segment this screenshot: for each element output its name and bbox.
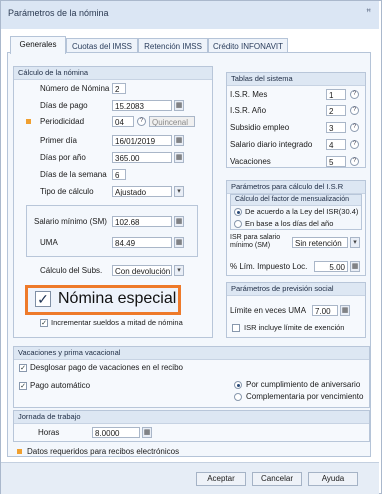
group-header: Tablas del sistema <box>227 73 365 86</box>
subsidio-empleo-label: Subsidio empleo <box>230 123 290 132</box>
calculator-icon[interactable]: ▦ <box>174 100 184 111</box>
group-header: Parámetros de previsión social <box>227 283 365 296</box>
numero-nomina-input[interactable]: 2 <box>112 83 126 94</box>
calendar-icon[interactable]: ▦ <box>174 135 184 146</box>
limite-uma-label: Límite en veces UMA <box>230 306 307 315</box>
pago-automatico-checkbox[interactable]: ✓ <box>19 382 27 390</box>
group-header: Vacaciones y prima vacacional <box>14 347 369 360</box>
ayuda-button[interactable]: Ayuda <box>308 472 358 486</box>
help-icon[interactable]: ? <box>350 140 359 149</box>
dias-semana-input[interactable]: 6 <box>112 169 126 180</box>
window-title: Parámetros de la nómina <box>8 8 109 18</box>
radio-vencimiento-label[interactable]: Complementaria por vencimiento <box>246 392 363 401</box>
tab-cuotas-imss[interactable]: Cuotas del IMSS <box>66 38 138 53</box>
pago-automatico-label[interactable]: Pago automático <box>30 381 90 390</box>
dias-pago-input[interactable]: 15.2083 <box>112 100 172 111</box>
primer-dia-input[interactable]: 16/01/2019 <box>112 135 172 146</box>
tipo-calculo-select[interactable]: Ajustado <box>112 186 172 197</box>
isr-mes-input[interactable]: 1 <box>326 89 346 100</box>
subsidio-empleo-input[interactable]: 3 <box>326 122 346 133</box>
periodicidad-label: Periodicidad <box>40 117 85 126</box>
periodicidad-input[interactable]: 04 <box>112 116 134 127</box>
group-header: Cálculo del factor de mensualización <box>231 195 361 206</box>
horas-label: Horas <box>38 428 60 437</box>
calculator-icon[interactable]: ▦ <box>174 237 184 248</box>
radio-dias-anio-label[interactable]: En base a los días del año <box>245 219 333 228</box>
periodicidad-description: Quincenal <box>149 116 195 127</box>
desglosar-checkbox[interactable]: ✓ <box>19 364 27 372</box>
group-header: Cálculo de la nómina <box>14 67 212 80</box>
tab-generales[interactable]: Generales <box>10 36 66 54</box>
chevron-down-icon[interactable]: ▾ <box>350 237 360 248</box>
radio-ley-isr-label[interactable]: De acuerdo a la Ley del ISR(30.4) <box>245 207 358 216</box>
aceptar-button[interactable]: Aceptar <box>196 472 246 486</box>
group-salario-uma <box>26 205 198 257</box>
radio-dias-anio[interactable] <box>234 220 242 228</box>
group-header: Jornada de trabajo <box>14 411 369 424</box>
tab-retencion-imss[interactable]: Retención IMSS <box>138 38 208 53</box>
horas-input[interactable]: 8.0000 <box>92 427 140 438</box>
radio-aniversario[interactable] <box>234 381 242 389</box>
legend-text: Datos requeridos para recibos electrónic… <box>27 447 180 456</box>
incrementar-checkbox[interactable]: ✓ <box>40 319 48 327</box>
isr-limite-exencion-label[interactable]: ISR incluye límite de exención <box>244 323 344 332</box>
isr-mes-label: I.S.R. Mes <box>230 90 268 99</box>
isr-salario-minimo-label: ISR para salario mínimo (SM) <box>230 234 281 249</box>
chevron-down-icon[interactable]: ▾ <box>174 265 184 276</box>
isr-salario-minimo-select[interactable]: Sin retención <box>292 237 348 248</box>
calculator-icon[interactable]: ▦ <box>174 216 184 227</box>
group-jornada: Jornada de trabajo <box>13 410 370 442</box>
required-marker-icon <box>17 449 22 454</box>
isr-anio-label: I.S.R. Año <box>230 106 267 115</box>
help-icon[interactable]: ? <box>137 117 146 126</box>
radio-ley-isr[interactable] <box>234 208 242 216</box>
uma-label: UMA <box>40 238 58 247</box>
tab-credito-infonavit[interactable]: Crédito INFONAVIT <box>208 38 288 53</box>
limite-uma-input[interactable]: 7.00 <box>312 305 338 316</box>
salario-minimo-label: Salario mínimo (SM) <box>34 217 107 226</box>
lim-impuesto-input[interactable]: 5.00 <box>314 261 348 272</box>
lim-impuesto-label: % Lím. Impuesto Loc. <box>230 262 308 271</box>
cancelar-button[interactable]: Cancelar <box>252 472 302 486</box>
dias-pago-label: Días de pago <box>40 101 88 110</box>
incrementar-label[interactable]: Incrementar sueldos a mitad de nómina <box>51 318 183 327</box>
help-icon[interactable]: ? <box>350 106 359 115</box>
vacaciones-label: Vacaciones <box>230 157 271 166</box>
radio-vencimiento[interactable] <box>234 393 242 401</box>
help-icon[interactable]: ? <box>350 123 359 132</box>
group-header: Parámetros para cálculo del I.S.R <box>227 181 365 194</box>
salario-diario-label: Salario diario integrado <box>230 140 313 149</box>
uma-input[interactable]: 84.49 <box>112 237 172 248</box>
chevron-down-icon[interactable]: ▾ <box>174 186 184 197</box>
close-icon[interactable]: ꟸ <box>366 7 371 18</box>
calculator-icon[interactable]: ▦ <box>340 305 350 316</box>
numero-nomina-label: Número de Nómina <box>40 84 110 93</box>
dias-anio-input[interactable]: 365.00 <box>112 152 172 163</box>
calculo-subs-select[interactable]: Con devolución <box>112 265 172 276</box>
required-marker-icon <box>26 119 31 124</box>
isr-anio-input[interactable]: 2 <box>326 105 346 116</box>
dias-anio-label: Días por año <box>40 153 86 162</box>
vacaciones-input[interactable]: 5 <box>326 156 346 167</box>
calculator-icon[interactable]: ▦ <box>142 427 152 438</box>
radio-aniversario-label[interactable]: Por cumplimiento de aniversario <box>246 380 360 389</box>
help-icon[interactable]: ? <box>350 157 359 166</box>
primer-dia-label: Primer día <box>40 136 77 145</box>
nomina-especial-checkbox[interactable]: ✓ <box>35 291 51 307</box>
nomina-especial-label[interactable]: Nómina especial <box>58 290 176 308</box>
salario-diario-input[interactable]: 4 <box>326 139 346 150</box>
dias-semana-label: Días de la semana <box>40 170 107 179</box>
desglosar-label[interactable]: Desglosar pago de vacaciones en el recib… <box>30 363 183 372</box>
isr-limite-exencion-checkbox[interactable] <box>232 324 240 332</box>
tipo-calculo-label: Tipo de cálculo <box>40 187 94 196</box>
group-tablas-sistema: Tablas del sistema <box>226 72 366 168</box>
calculator-icon[interactable]: ▦ <box>350 261 360 272</box>
calculator-icon[interactable]: ▦ <box>174 152 184 163</box>
calculo-subs-label: Cálculo del Subs. <box>40 266 103 275</box>
salario-minimo-input[interactable]: 102.68 <box>112 216 172 227</box>
help-icon[interactable]: ? <box>350 90 359 99</box>
